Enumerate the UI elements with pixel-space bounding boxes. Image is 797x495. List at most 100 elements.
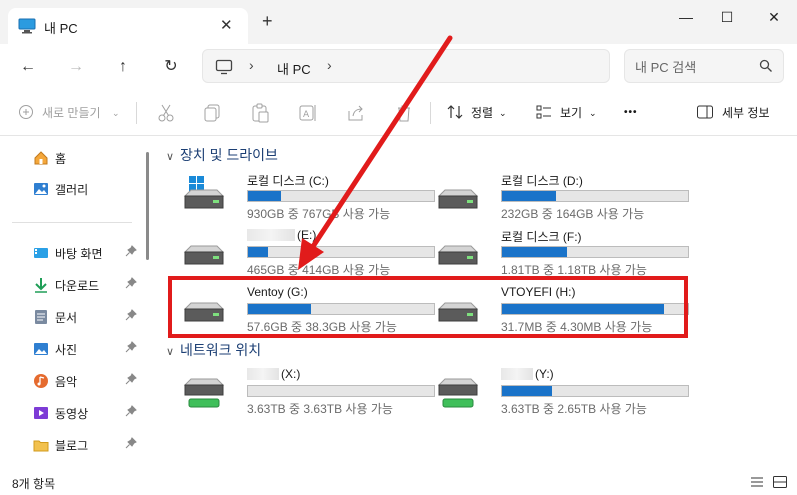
capacity-bar [247,385,435,397]
paste-icon[interactable] [249,102,271,124]
more-options-button[interactable]: ••• [624,103,638,123]
sidebar-item-blog[interactable]: 블로그 [33,433,141,457]
sidebar-scrollbar[interactable] [146,152,149,260]
details-button[interactable]: 세부 정보 [722,103,770,123]
share-icon[interactable] [345,102,367,124]
network-drive-item-y[interactable]: (Y:) 3.63TB 중 2.65TB 사용 가능 [427,367,689,416]
pin-icon[interactable] [125,373,137,388]
cut-icon[interactable] [155,102,177,124]
close-window-button[interactable]: ✕ [754,6,794,28]
item-count: 8개 항목 [12,477,56,491]
search-box[interactable] [624,49,784,83]
command-bar: 새로 만들기 ⌄ A 정렬 ⌄ 보기 ⌄ ••• 세부 정보 [0,90,797,136]
details-pane-icon [696,104,718,126]
pin-icon[interactable] [125,309,137,324]
group-header-network[interactable]: ∨ 네트워크 위치 [166,340,261,360]
redacted-label [247,229,295,241]
home-icon [33,150,49,166]
pin-icon[interactable] [125,277,137,292]
hard-drive-icon [435,232,481,272]
divider [12,222,132,223]
highlight-box [168,276,688,338]
monitor-icon [215,59,233,78]
up-button[interactable]: ↑ [110,54,136,80]
sidebar-item-pictures[interactable]: 사진 [33,337,141,361]
redacted-label [247,368,279,380]
tab-title: 내 PC [44,21,78,36]
sidebar-item-videos[interactable]: 동영상 [33,401,141,425]
title-bar: 내 PC ✕ + — ☐ ✕ [0,0,797,44]
drive-item-d[interactable]: 로컬 디스크 (D:) 232GB 중 164GB 사용 가능 [427,172,689,221]
forward-button[interactable]: → [63,54,89,80]
drive-item-f[interactable]: 로컬 디스크 (F:) 1.81TB 중 1.18TB 사용 가능 [427,228,689,277]
close-tab-icon[interactable]: ✕ [220,16,233,34]
network-drive-item-x[interactable]: (X:) 3.63TB 중 3.63TB 사용 가능 [173,367,435,416]
sidebar-item-desktop[interactable]: 바탕 화면 [33,241,141,265]
copy-icon[interactable] [201,102,223,124]
drive-item-c[interactable]: 로컬 디스크 (C:) 930GB 중 767GB 사용 가능 [173,172,435,221]
sidebar-item-gallery[interactable]: 갤러리 [33,177,141,201]
windows-drive-icon [181,176,227,216]
breadcrumb-my-pc[interactable]: 내 PC [277,59,311,78]
search-input[interactable] [635,57,755,77]
plus-circle-icon [18,104,34,120]
new-tab-button[interactable]: + [262,12,273,30]
tiles-view-icon[interactable] [772,475,788,489]
desktop-icon [33,245,49,261]
navigation-pane: 홈 갤러리 바탕 화면 다운로드 문서 사진 음악 동영상 블로그 [0,136,158,469]
details-view-icon[interactable] [749,475,765,489]
sort-icon [446,103,468,125]
pin-icon[interactable] [125,437,137,452]
capacity-bar [501,385,689,397]
hard-drive-icon [181,232,227,272]
navigation-bar: ← → ↑ ↻ › 내 PC › [0,44,797,90]
chevron-down-icon: ⌄ [112,108,120,118]
capacity-bar [501,190,689,202]
minimize-button[interactable]: — [666,6,706,28]
sidebar-item-home[interactable]: 홈 [33,146,141,170]
tab-my-pc[interactable]: 내 PC ✕ [8,8,248,44]
sidebar-item-music[interactable]: 음악 [33,369,141,393]
address-bar[interactable]: › 내 PC › [202,49,610,83]
chevron-right-icon[interactable]: › [249,57,254,73]
folder-icon [33,437,49,453]
view-button[interactable]: 보기 [560,103,582,123]
pin-icon[interactable] [125,405,137,420]
sidebar-item-documents[interactable]: 문서 [33,305,141,329]
new-button[interactable]: 새로 만들기 [42,103,101,123]
computer-icon [18,18,36,37]
svg-text:A: A [303,110,310,120]
divider [430,102,431,124]
video-icon [33,405,49,421]
drive-item-e[interactable]: (E:) 465GB 중 414GB 사용 가능 [173,228,435,277]
capacity-fill [502,247,568,257]
pin-icon[interactable] [125,341,137,356]
chevron-right-icon[interactable]: › [327,57,332,73]
capacity-fill [502,386,553,396]
download-icon [33,277,49,293]
gallery-icon [33,181,49,197]
delete-icon[interactable] [393,102,415,124]
chevron-down-icon: ⌄ [499,108,507,118]
sort-button[interactable]: 정렬 [471,103,493,123]
chevron-down-icon: ∨ [166,346,175,358]
redacted-label [501,368,533,380]
picture-icon [33,341,49,357]
group-header-devices[interactable]: ∨ 장치 및 드라이브 [166,145,278,165]
hard-drive-icon [435,176,481,216]
pin-icon[interactable] [125,245,137,260]
capacity-fill [248,247,269,257]
chevron-down-icon: ∨ [166,151,175,163]
back-button[interactable]: ← [15,54,41,80]
divider [136,102,137,124]
capacity-bar [501,246,689,258]
refresh-button[interactable]: ↻ [158,54,184,80]
maximize-button[interactable]: ☐ [707,6,747,28]
sidebar-item-downloads[interactable]: 다운로드 [33,273,141,297]
view-icon [535,103,557,125]
network-drive-icon [435,371,481,411]
chevron-down-icon: ⌄ [589,108,597,118]
rename-icon[interactable]: A [297,102,319,124]
capacity-bar [247,246,435,258]
capacity-fill [502,191,556,201]
